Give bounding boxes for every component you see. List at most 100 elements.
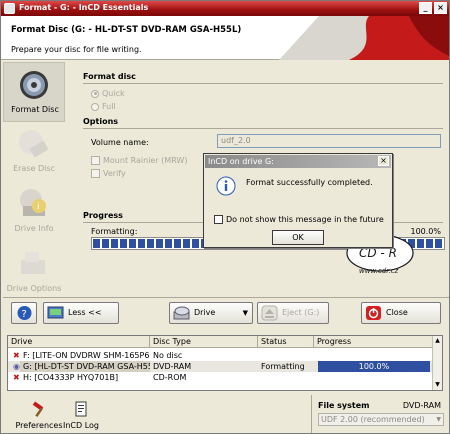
dialog-title[interactable]: InCD on drive G: × (205, 155, 391, 168)
options-icon (21, 252, 45, 274)
scroll-up-icon[interactable]: ▲ (434, 337, 441, 345)
app-icon (4, 3, 15, 14)
button-bar: ? Less << Drive ▼ Eject (G:) Close (3, 297, 449, 327)
file-system-panel: File system DVD-RAM UDF 2.00 (recommende… (311, 395, 447, 433)
column-header-disc-type[interactable]: Disc Type (150, 336, 258, 348)
progress-percent: 100.0% (410, 227, 441, 236)
minimize-button[interactable]: _ (419, 2, 432, 14)
ok-button[interactable]: OK (272, 230, 324, 245)
sidebar-item-label: Erase Disc (13, 164, 55, 173)
sidebar-item-label: Drive Info (14, 224, 54, 233)
disc-icon (20, 71, 48, 99)
file-system-select[interactable]: UDF 2.00 (recommended) ▼ (318, 413, 444, 426)
sidebar-item-drive-options[interactable]: Drive Options (3, 242, 65, 302)
checkbox-icon (214, 215, 223, 224)
mount-rainier-checkbox[interactable]: Mount Rainier (MRW) (91, 156, 187, 165)
divider (83, 83, 443, 84)
dropdown-arrow-icon: ▼ (242, 309, 248, 317)
radio-icon (91, 89, 99, 98)
dont-show-label: Do not show this message in the future (226, 215, 384, 224)
format-section-title: Format disc (83, 72, 136, 81)
drive-status: Formatting (261, 362, 305, 371)
log-icon (75, 401, 87, 417)
svg-text:i: i (37, 202, 40, 212)
close-window-button[interactable]: × (434, 2, 447, 14)
scroll-down-icon[interactable]: ▼ (434, 381, 441, 389)
message-dialog: InCD on drive G: × Format successfully c… (203, 153, 393, 248)
title-bar[interactable]: Format - G: - InCD Essentials _ × (1, 1, 449, 16)
status-bar: Preferences InCD Log File system DVD-RAM… (3, 395, 449, 433)
nero-logo (279, 16, 449, 60)
window-title: Format - G: - InCD Essentials (19, 3, 149, 12)
file-system-title: File system (318, 401, 370, 410)
disc-type: CD-ROM (153, 373, 187, 382)
quick-label: Quick (102, 89, 125, 98)
sidebar-item-format-disc[interactable]: Format Disc (3, 62, 65, 122)
file-system-value: UDF 2.00 (recommended) (321, 415, 425, 424)
sidebar-item-drive-info[interactable]: i Drive Info (3, 182, 65, 242)
dialog-close-button[interactable]: × (378, 156, 389, 166)
svg-text:?: ? (22, 309, 27, 320)
volume-name-label: Volume name: (91, 138, 149, 147)
incd-log-button[interactable]: InCD Log (51, 401, 111, 431)
drive-name: G: [HL-DT-ST DVD-RAM GSA-H55L] (20, 361, 150, 372)
svg-text:www.cdr.cz: www.cdr.cz (359, 267, 399, 275)
checkbox-icon (91, 156, 100, 165)
dialog-title-text: InCD on drive G: (208, 157, 274, 166)
eject-icon (261, 305, 278, 321)
volume-name-input[interactable]: udf_2.0 (217, 134, 441, 148)
progress-section-title: Progress (83, 211, 123, 220)
table-header: Drive Disc Type Status Progress (8, 336, 434, 348)
sidebar-item-label: Drive Options (6, 284, 62, 293)
full-radio[interactable]: Full (91, 102, 116, 111)
options-section-title: Options (83, 117, 119, 126)
eject-label: Eject (G:) (282, 308, 320, 317)
disc-type: DVD-RAM (153, 362, 192, 371)
close-label: Close (386, 308, 408, 317)
divider (83, 128, 443, 129)
checkbox-icon (91, 169, 100, 178)
drive-name: F: [LITE-ON DVDRW SHM-165P6S] (23, 351, 150, 360)
incd-window: Format - G: - InCD Essentials _ × Format… (0, 0, 450, 434)
header: Format Disc (G: - HL-DT-ST DVD-RAM GSA-H… (1, 16, 449, 60)
disc-type: No disc (153, 351, 183, 360)
help-icon: ? (17, 306, 32, 320)
column-header-drive[interactable]: Drive (8, 336, 150, 348)
verify-checkbox[interactable]: Verify (91, 169, 126, 178)
row-progress: 100.0% (318, 361, 430, 372)
drive-icon (173, 306, 190, 320)
hammer-icon (32, 401, 44, 417)
less-label: Less << (68, 308, 102, 317)
dont-show-checkbox[interactable]: Do not show this message in the future (214, 215, 384, 224)
info-icon (216, 176, 236, 196)
file-system-type: DVD-RAM (402, 401, 441, 410)
drive-button[interactable]: Drive ▼ (169, 302, 253, 324)
svg-text:CD - R: CD - R (359, 246, 397, 260)
sidebar-item-erase-disc[interactable]: Erase Disc (3, 122, 65, 182)
quick-radio[interactable]: Quick (91, 89, 125, 98)
eject-button[interactable]: Eject (G:) (257, 302, 329, 324)
column-header-progress[interactable]: Progress (314, 336, 434, 348)
incd-log-label: InCD Log (62, 421, 99, 430)
drive-name: H: [CO4333P HYQ701B] (23, 373, 119, 382)
mount-rainier-label: Mount Rainier (MRW) (103, 156, 188, 165)
dialog-message: Format successfully completed. (246, 178, 373, 187)
info-icon: i (20, 189, 46, 216)
page-subtitle: Prepare your disc for file writing. (11, 45, 142, 54)
table-row[interactable]: ✖ H: [CO4333P HYQ701B] CD-ROM (8, 372, 434, 383)
table-row[interactable]: ✖ F: [LITE-ON DVDRW SHM-165P6S] No disc (8, 350, 434, 361)
radio-icon (91, 102, 99, 111)
close-button[interactable]: Close (361, 302, 441, 324)
table-row[interactable]: ◉ G: [HL-DT-ST DVD-RAM GSA-H55L] DVD-RAM… (8, 361, 434, 372)
help-button[interactable]: ? (11, 302, 37, 324)
dropdown-arrow-icon: ▼ (436, 416, 441, 423)
progress-status-label: Formatting: (91, 227, 138, 236)
column-header-status[interactable]: Status (258, 336, 314, 348)
verify-label: Verify (103, 169, 126, 178)
drive-table: Drive Disc Type Status Progress ✖ F: [LI… (7, 335, 443, 391)
eraser-icon (19, 130, 49, 158)
less-button[interactable]: Less << (43, 302, 119, 324)
sidebar-item-label: Format Disc (11, 105, 59, 114)
table-scrollbar[interactable]: ▲ ▼ (432, 336, 442, 390)
power-icon (366, 306, 381, 320)
